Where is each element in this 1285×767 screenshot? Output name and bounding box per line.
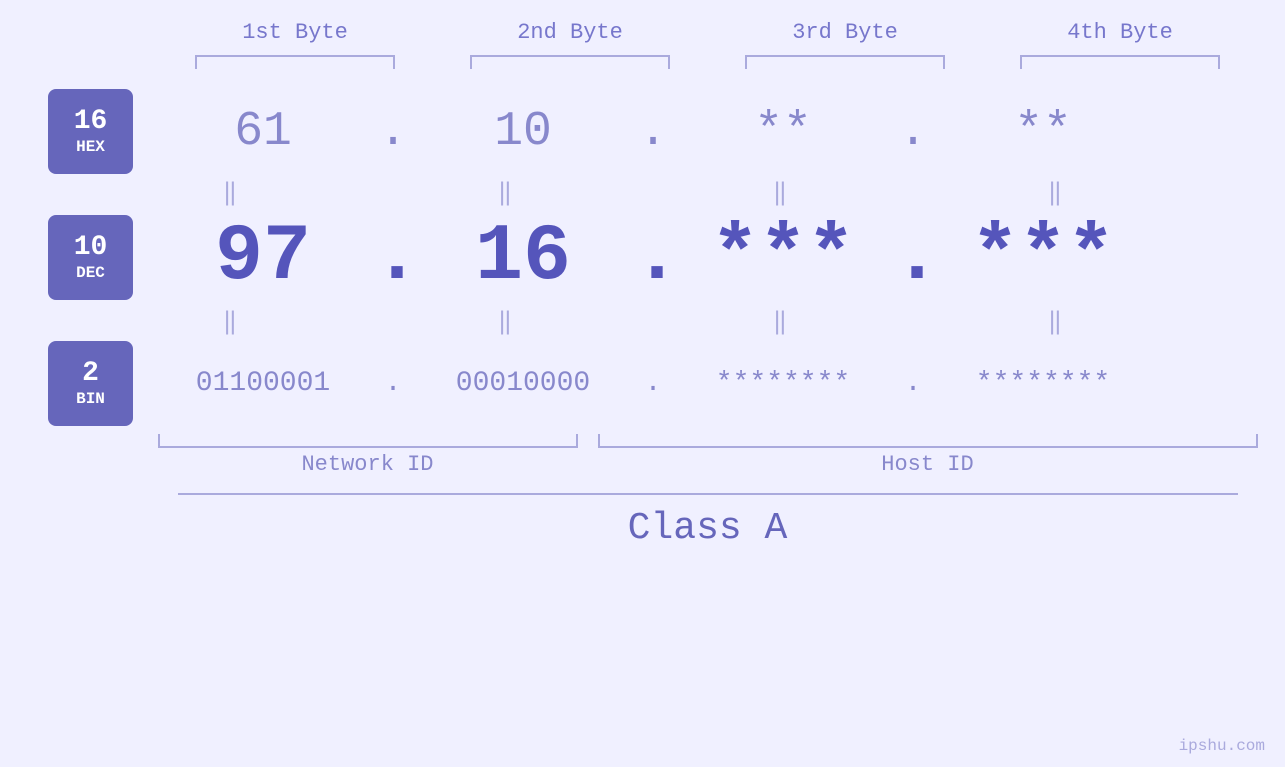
eq1-b2: ‖ [395, 178, 615, 208]
id-labels-row: Network ID Host ID [158, 452, 1258, 477]
bracket-byte4 [1020, 55, 1220, 69]
dec-byte4: *** [933, 212, 1153, 303]
byte4-header: 4th Byte [1010, 20, 1230, 45]
dec-dot3: . [893, 226, 933, 290]
class-row: Class A [178, 493, 1238, 550]
dec-row: 10 DEC 97 . 16 . *** . *** [0, 212, 1285, 303]
bin-row: 2 BIN 01100001 . 00010000 . ******** . *… [0, 341, 1285, 426]
bracket-byte3 [745, 55, 945, 69]
hex-dot3: . [893, 105, 933, 159]
bin-byte3: ******** [673, 368, 893, 399]
bin-badge-label: BIN [76, 390, 105, 408]
host-id-label: Host ID [598, 452, 1258, 477]
hex-badge-number: 16 [74, 107, 108, 138]
eq2-b4: ‖ [945, 307, 1165, 337]
hex-badge-label: HEX [76, 138, 105, 156]
byte3-header: 3rd Byte [735, 20, 955, 45]
dec-values: 97 . 16 . *** . *** [153, 212, 1285, 303]
dec-byte1: 97 [153, 212, 373, 303]
eq2-b1: ‖ [120, 307, 340, 337]
hex-dot1: . [373, 105, 413, 159]
bin-badge-number: 2 [82, 359, 99, 390]
bin-values: 01100001 . 00010000 . ******** . *******… [153, 368, 1285, 399]
hex-values: 61 . 10 . ** . ** [153, 105, 1285, 159]
eq2-b3: ‖ [670, 307, 890, 337]
hex-byte1: 61 [153, 105, 373, 159]
bracket-byte2 [470, 55, 670, 69]
eq1-b1: ‖ [120, 178, 340, 208]
class-label: Class A [628, 507, 788, 550]
byte2-header: 2nd Byte [460, 20, 680, 45]
bottom-brackets [158, 434, 1258, 448]
byte-headers-row: 1st Byte 2nd Byte 3rd Byte 4th Byte [158, 20, 1258, 45]
bin-byte1: 01100001 [153, 368, 373, 399]
bin-badge: 2 BIN [48, 341, 133, 426]
dec-dot1: . [373, 226, 413, 290]
eq2-b2: ‖ [395, 307, 615, 337]
dec-dot2: . [633, 226, 673, 290]
hex-byte2: 10 [413, 105, 633, 159]
equals-row-1: ‖ ‖ ‖ ‖ [93, 178, 1193, 208]
host-bracket [598, 434, 1258, 448]
byte1-header: 1st Byte [185, 20, 405, 45]
hex-badge: 16 HEX [48, 89, 133, 174]
hex-row: 16 HEX 61 . 10 . ** . ** [0, 89, 1285, 174]
dec-badge-label: DEC [76, 264, 105, 282]
equals-row-2: ‖ ‖ ‖ ‖ [93, 307, 1193, 337]
dec-badge-number: 10 [74, 233, 108, 264]
bin-dot3: . [893, 368, 933, 399]
hex-byte3: ** [673, 105, 893, 159]
top-brackets [158, 55, 1258, 69]
watermark: ipshu.com [1179, 737, 1265, 755]
dec-badge: 10 DEC [48, 215, 133, 300]
bin-byte2: 00010000 [413, 368, 633, 399]
hex-dot2: . [633, 105, 673, 159]
network-bracket [158, 434, 578, 448]
hex-byte4: ** [933, 105, 1153, 159]
bin-dot1: . [373, 368, 413, 399]
network-id-label: Network ID [158, 452, 578, 477]
bin-dot2: . [633, 368, 673, 399]
dec-byte3: *** [673, 212, 893, 303]
main-container: 1st Byte 2nd Byte 3rd Byte 4th Byte 16 H… [0, 0, 1285, 767]
dec-byte2: 16 [413, 212, 633, 303]
bin-byte4: ******** [933, 368, 1153, 399]
eq1-b3: ‖ [670, 178, 890, 208]
bracket-byte1 [195, 55, 395, 69]
eq1-b4: ‖ [945, 178, 1165, 208]
